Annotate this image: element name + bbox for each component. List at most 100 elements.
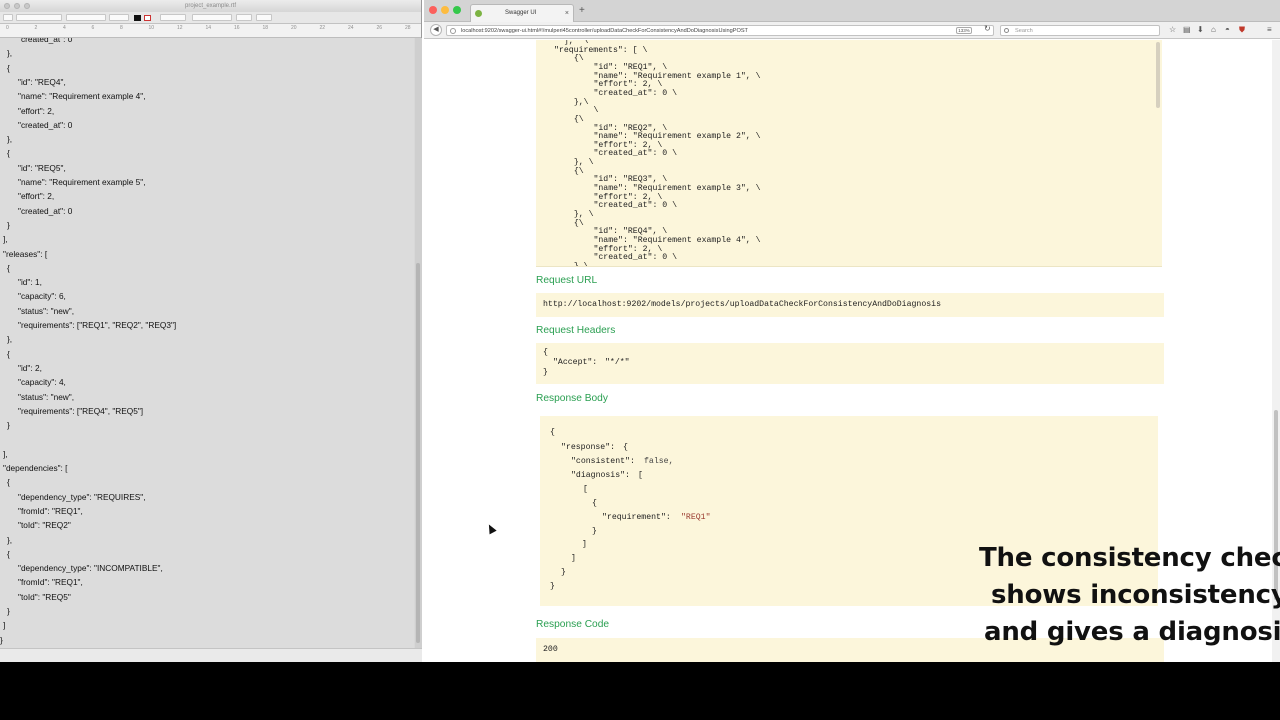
back-arrow-icon[interactable]: ◀ <box>430 24 442 36</box>
curl-line: "id": "REQ4", \ <box>564 227 668 237</box>
request-headers-header: Request Headers <box>536 325 616 336</box>
close-button[interactable] <box>4 3 10 9</box>
document-line: ] <box>3 620 6 631</box>
ruler-number: 20 <box>291 25 297 31</box>
minimize-button[interactable] <box>14 3 20 9</box>
pocket-icon[interactable]: ◓ <box>1225 25 1230 35</box>
text-color-swatch[interactable] <box>134 15 141 21</box>
curl-command-box: ], \ "requirements": [ \ {\ "id": "REQ1",… <box>536 40 1162 267</box>
document-scrollbar[interactable] <box>415 38 422 648</box>
url-text: localhost:9202/swagger-ui.html#!/mulperi… <box>461 28 748 34</box>
document-line: ], <box>3 234 8 245</box>
document-line: }, <box>7 534 13 545</box>
headers-accept-value: "*/*" <box>605 358 630 367</box>
alignment-buttons[interactable] <box>192 14 232 21</box>
paragraph-style-select[interactable] <box>3 14 13 21</box>
ruler-number: 10 <box>148 25 155 31</box>
document-line: "dependencies": [ <box>3 463 68 473</box>
site-info-icon[interactable] <box>450 28 456 34</box>
curl-line: }, \ <box>564 158 594 168</box>
request-url-value: http://localhost:9202/models/projects/up… <box>543 300 941 309</box>
resp-line-1: { <box>550 428 555 437</box>
document-line: "dependency_type": "REQUIRES", <box>18 491 146 502</box>
document-line: "capacity": 4, <box>18 377 66 388</box>
document-line: "requirements": ["REQ1", "REQ2", "REQ3"] <box>18 320 177 330</box>
document-line: "name": "Requirement example 5", <box>18 177 146 187</box>
document-line: "created_at": 0 <box>18 38 73 44</box>
caption-line-2: shows inconsistency <box>991 580 1280 610</box>
headers-open-brace: { <box>543 348 548 357</box>
browser-close-button[interactable] <box>429 6 437 14</box>
ruler-number: 26 <box>376 25 383 31</box>
curl-box-scrollbar-thumb[interactable] <box>1156 42 1160 108</box>
ruler-number: 8 <box>120 25 123 31</box>
scrollbar-thumb[interactable] <box>416 263 420 643</box>
headers-close-brace: } <box>543 368 548 377</box>
reading-list-icon[interactable]: ▤ <box>1183 25 1191 35</box>
font-size-select[interactable] <box>109 14 129 21</box>
document-area[interactable]: "created_at": 0}, { "id": "REQ4", "name": "… <box>0 38 414 648</box>
reload-icon[interactable]: ↻ <box>984 24 991 33</box>
tab-swagger-ui[interactable]: Swagger UI × <box>470 4 574 22</box>
document-line: "fromId": "REQ1", <box>18 505 83 516</box>
document-line: } <box>7 606 10 616</box>
zoom-button[interactable] <box>24 3 30 9</box>
document-line: { <box>7 548 10 559</box>
list-select[interactable] <box>256 14 272 21</box>
curl-line: {\ <box>564 54 584 64</box>
resp-consistent-key: "consistent": <box>571 457 635 466</box>
bookmark-star-icon[interactable]: ☆ <box>1169 25 1176 35</box>
resp-response-key: "response": <box>561 443 616 452</box>
document-line: "id": 2, <box>18 362 42 373</box>
curl-line: "name": "Requirement example 2", \ <box>564 132 761 142</box>
response-code-value: 200 <box>543 645 558 654</box>
ruler-number: 14 <box>205 25 212 31</box>
highlight-color-icon[interactable] <box>144 15 151 21</box>
document-line: "created_at": 0 <box>18 119 73 130</box>
search-icon <box>1004 28 1009 33</box>
browser-navbar: ◀ localhost:9202/swagger-ui.html#!/mulpe… <box>424 22 1280 39</box>
document-line: "fromId": "REQ1", <box>18 577 83 588</box>
resp-consistent-value: false, <box>644 457 674 466</box>
downloads-icon[interactable]: ⬇ <box>1197 25 1204 35</box>
ruler-number: 22 <box>319 25 326 31</box>
search-input[interactable]: Search <box>1000 25 1160 36</box>
ruler-number: 2 <box>34 25 38 31</box>
menu-icon[interactable]: ≡ <box>1267 25 1272 35</box>
document-line: { <box>7 477 10 488</box>
url-bar[interactable]: localhost:9202/swagger-ui.html#!/mulperi… <box>446 25 994 36</box>
resp-line-12: } <box>550 582 555 591</box>
document-line: { <box>7 62 10 73</box>
resp-line-6: { <box>592 499 597 508</box>
document-line: { <box>7 262 10 273</box>
ruler-number: 24 <box>348 25 354 31</box>
browser-zoom-button[interactable] <box>453 6 461 14</box>
home-icon[interactable]: ⌂ <box>1211 25 1216 35</box>
textedit-titlebar: project_example.rtf <box>0 0 421 12</box>
document-line: ], <box>3 448 8 459</box>
curl-line: }, \ <box>564 210 594 219</box>
spacing-select[interactable] <box>236 14 252 21</box>
search-placeholder: Search <box>1015 28 1033 34</box>
font-style-select[interactable] <box>66 14 106 21</box>
bold-italic-underline-buttons[interactable] <box>160 14 186 21</box>
document-line: }, <box>7 334 13 345</box>
curl-line: },\ <box>564 261 589 267</box>
document-line: { <box>7 348 10 359</box>
shield-icon[interactable]: ⛊ <box>1239 25 1245 35</box>
tab-close-icon[interactable]: × <box>565 5 569 22</box>
curl-line: \ <box>564 106 599 116</box>
document-line: "id": "REQ4", <box>18 76 66 87</box>
document-line: "dependency_type": "INCOMPATIBLE", <box>18 563 163 574</box>
zoom-level-badge[interactable]: 133% <box>956 27 972 34</box>
curl-line: "created_at": 0 \ <box>564 201 678 211</box>
document-line: "status": "new", <box>18 305 75 316</box>
curl-line: "created_at": 0 \ <box>564 88 678 98</box>
document-line: "toId": "REQ5" <box>18 591 71 602</box>
new-tab-button[interactable]: + <box>579 5 585 16</box>
resp-diagnosis-key: "diagnosis": <box>571 471 630 480</box>
tab-title: Swagger UI <box>505 10 537 16</box>
request-headers-box: { "Accept": "*/*" } <box>536 343 1164 384</box>
browser-minimize-button[interactable] <box>441 6 449 14</box>
font-family-select[interactable] <box>16 14 62 21</box>
